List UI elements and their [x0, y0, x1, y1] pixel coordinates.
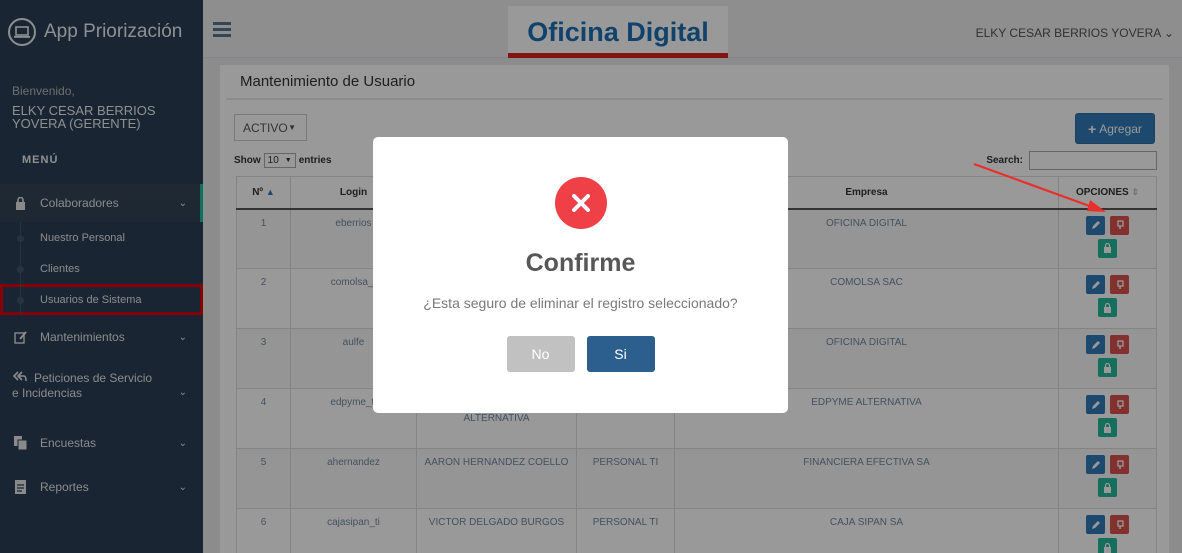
dialog-message: ¿Esta seguro de eliminar el registro sel… [423, 295, 738, 311]
dialog-buttons: No Si [373, 336, 788, 372]
close-icon [554, 177, 607, 229]
yes-button[interactable]: Si [586, 336, 655, 372]
no-button[interactable]: No [506, 336, 575, 372]
confirm-dialog: Confirme ¿Esta seguro de eliminar el reg… [373, 137, 788, 413]
dialog-title: Confirme [525, 249, 636, 277]
